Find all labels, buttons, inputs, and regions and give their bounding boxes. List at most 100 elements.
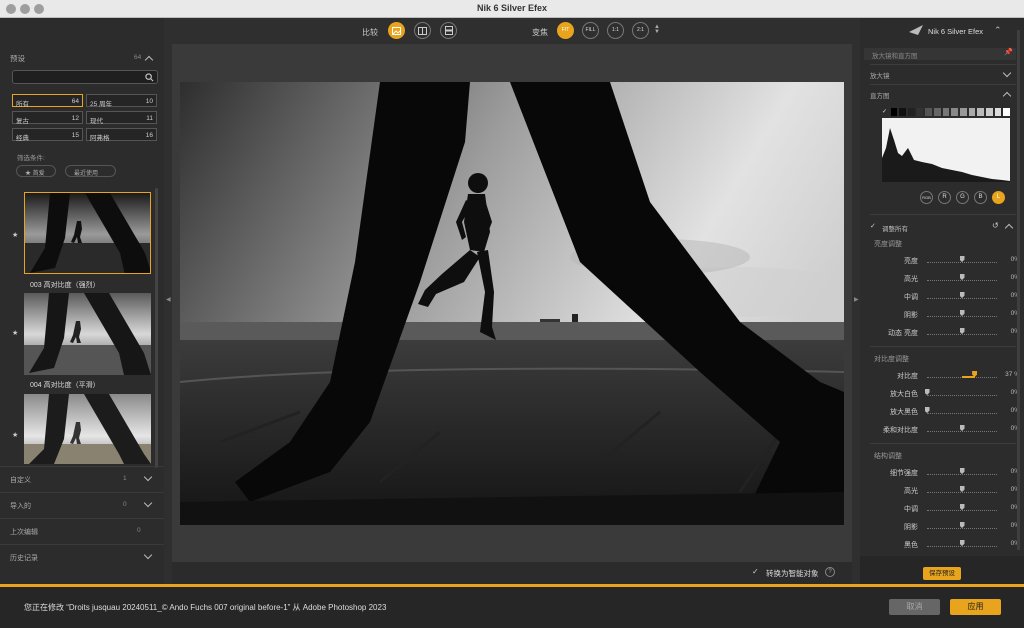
category-afger[interactable]: 阿弗格 16 [86, 128, 157, 142]
help-icon[interactable]: ? [825, 567, 835, 577]
cancel-button[interactable]: 取消 [889, 599, 940, 615]
slider-knob[interactable] [959, 486, 965, 492]
preset-list-scrollbar[interactable] [155, 188, 158, 468]
favorite-star-icon[interactable]: ★ [12, 231, 18, 239]
slider-row[interactable]: 高光 0% [860, 484, 1024, 498]
slider-row[interactable]: 放大黑色 0% [860, 405, 1024, 419]
chevron-up-icon[interactable] [1004, 223, 1014, 233]
left-panel-collapse-handle[interactable]: ◀ [164, 18, 172, 584]
preset-thumbnail-003[interactable] [24, 192, 151, 274]
preset-search-input[interactable] [12, 70, 158, 84]
slider-track[interactable] [927, 522, 997, 529]
split-view-button[interactable] [414, 22, 431, 39]
channel-rgb-button[interactable]: RGB [920, 191, 933, 204]
slider-track[interactable] [927, 256, 997, 263]
channel-r-button[interactable]: R [938, 191, 951, 204]
recent-filter-pill[interactable]: 最近使用 [65, 165, 116, 177]
section-imported[interactable]: 导入的 0 [0, 493, 164, 517]
slider-track[interactable] [927, 310, 997, 317]
slider-row[interactable]: 柔和对比度 0% [860, 423, 1024, 437]
channel-l-button[interactable]: L [992, 191, 1005, 204]
category-25th[interactable]: 25 周年 10 [86, 94, 157, 108]
channel-b-button[interactable]: B [974, 191, 987, 204]
slider-track[interactable] [927, 274, 997, 281]
side-by-side-view-button[interactable] [440, 22, 457, 39]
favorite-star-icon[interactable]: ★ [12, 431, 18, 439]
slider-track[interactable] [924, 389, 997, 396]
zoom-fill-button[interactable]: FILL [582, 22, 599, 39]
zoom-2-1-button[interactable]: 2:1 [632, 22, 649, 39]
chevron-down-icon[interactable] [143, 550, 153, 560]
slider-track[interactable] [927, 292, 997, 299]
favorites-filter-pill[interactable]: ★ 首爱 [16, 165, 56, 177]
slider-track[interactable] [924, 407, 997, 414]
slider-row[interactable]: 中调 0% [860, 290, 1024, 304]
collapse-panel-icon[interactable]: ⌃ [994, 25, 1002, 36]
chevron-up-icon[interactable] [144, 55, 154, 65]
save-preset-button[interactable]: 保存预设 [923, 567, 961, 580]
smart-object-checkbox[interactable]: ✓ [752, 567, 759, 576]
category-classic[interactable]: 经典 15 [12, 128, 83, 142]
adjustments-scrollbar[interactable] [1017, 30, 1020, 550]
slider-row[interactable]: 高光 0% [860, 272, 1024, 286]
slider-knob[interactable] [924, 407, 930, 413]
slider-knob[interactable] [959, 274, 965, 280]
favorite-star-icon[interactable]: ★ [12, 329, 18, 337]
slider-track[interactable] [927, 540, 997, 547]
clip-shadows-toggle[interactable]: ✓ [882, 108, 889, 116]
slider-knob[interactable] [959, 292, 965, 298]
presets-header[interactable]: 预设 64 [0, 18, 164, 65]
slider-knob[interactable] [959, 256, 965, 262]
zoom-1-1-button[interactable]: 1:1 [607, 22, 624, 39]
category-vintage[interactable]: 复古 12 [12, 111, 83, 125]
slider-row[interactable]: 阴影 0% [860, 520, 1024, 534]
zoom-stepper-icon[interactable]: ▲ ▼ [654, 24, 660, 35]
apply-button[interactable]: 应用 [950, 599, 1001, 615]
chevron-down-icon[interactable] [143, 498, 153, 508]
slider-row[interactable]: 中调 0% [860, 502, 1024, 516]
chevron-down-icon[interactable] [1002, 68, 1012, 78]
category-modern[interactable]: 现代 11 [86, 111, 157, 125]
slider-knob[interactable] [959, 504, 965, 510]
slider-row[interactable]: 放大白色 0% [860, 387, 1024, 401]
channel-g-button[interactable]: G [956, 191, 969, 204]
slider-knob[interactable] [924, 389, 930, 395]
slider-row[interactable]: 对比度 37 % [860, 369, 1024, 383]
slider-knob[interactable] [959, 468, 965, 474]
slider-knob[interactable] [959, 540, 965, 546]
right-panel-collapse-handle[interactable]: ▶ [852, 18, 860, 584]
slider-track[interactable] [927, 504, 997, 511]
chevron-down-icon[interactable] [143, 472, 153, 482]
loupe-histogram-header[interactable]: 放大镜和直方图 📌 [864, 48, 1016, 60]
zoom-fit-button[interactable]: FIT [557, 22, 574, 39]
category-count: 11 [146, 115, 153, 122]
slider-track[interactable] [927, 425, 997, 432]
slider-track[interactable] [927, 486, 997, 493]
chevron-up-icon[interactable] [1002, 91, 1012, 101]
slider-row[interactable]: 黑色 0% [860, 538, 1024, 552]
slider-row[interactable]: 细节强度 0% [860, 466, 1024, 480]
preview-canvas[interactable] [172, 44, 852, 562]
category-count: 15 [71, 132, 79, 139]
section-history[interactable]: 历史记录 [0, 545, 164, 569]
preset-thumbnail-004[interactable] [24, 293, 151, 375]
adjust-all-checkbox[interactable]: ✓ [870, 222, 876, 230]
slider-track[interactable] [927, 371, 997, 378]
slider-knob[interactable] [959, 328, 965, 334]
slider-knob[interactable] [959, 522, 965, 528]
slider-row[interactable]: 亮度 0% [860, 254, 1024, 268]
slider-row[interactable]: 动态 亮度 0% [860, 326, 1024, 340]
reset-icon[interactable]: ↺ [992, 221, 999, 230]
slider-knob[interactable] [959, 310, 965, 316]
section-last-edit[interactable]: 上次编辑 0 [0, 519, 164, 543]
slider-row[interactable]: 阴影 0% [860, 308, 1024, 322]
single-view-button[interactable] [388, 22, 405, 39]
slider-track[interactable] [927, 468, 997, 475]
preview-image[interactable] [180, 82, 844, 525]
category-all[interactable]: 所有 64 [12, 94, 83, 108]
section-custom[interactable]: 自定义 1 [0, 467, 164, 491]
slider-track[interactable] [927, 328, 997, 335]
slider-knob[interactable] [959, 425, 965, 431]
preset-thumbnail-005[interactable] [24, 394, 151, 464]
pin-icon[interactable]: 📌 [1004, 48, 1013, 56]
